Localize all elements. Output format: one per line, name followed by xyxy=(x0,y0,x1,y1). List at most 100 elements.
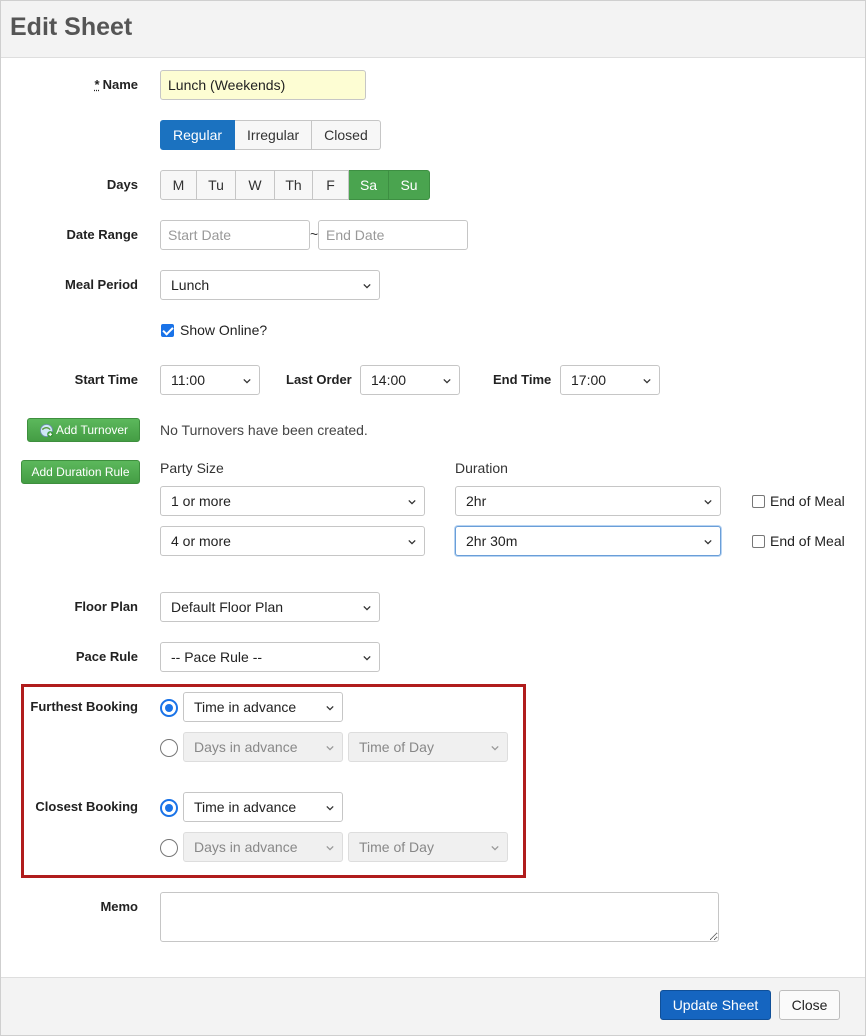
dialog-title: Edit Sheet xyxy=(10,13,133,41)
end-time-label: End Time xyxy=(493,372,552,387)
furthest-time-in-advance-value: Time in advance xyxy=(194,699,297,715)
closest-booking-label: Closest Booking xyxy=(35,799,138,814)
day-tuesday-button[interactable]: Tu xyxy=(197,170,236,200)
required-mark: * xyxy=(94,77,100,92)
chevron-down-icon xyxy=(704,539,712,545)
start-time-value: 11:00 xyxy=(171,372,205,388)
no-turnovers-text: No Turnovers have been created. xyxy=(160,422,368,438)
start-date-placeholder: Start Date xyxy=(168,227,232,243)
day-friday-button[interactable]: F xyxy=(313,170,349,200)
memo-textarea[interactable] xyxy=(160,892,719,942)
add-turnover-button[interactable]: Add Turnover xyxy=(27,418,140,442)
pace-rule-value: -- Pace Rule -- xyxy=(171,649,263,665)
chevron-down-icon xyxy=(363,283,371,289)
closest-time-in-advance-radio[interactable] xyxy=(160,799,178,817)
add-turnover-label: Add Turnover xyxy=(56,423,129,437)
chevron-down-icon xyxy=(326,845,334,851)
end-of-meal-checkbox[interactable] xyxy=(752,495,765,508)
end-of-meal-checkbox[interactable] xyxy=(752,535,765,548)
closest-time-of-day-value: Time of Day xyxy=(359,839,434,855)
end-of-meal-label: End of Meal xyxy=(770,493,845,509)
last-order-select[interactable]: 14:00 xyxy=(360,365,460,395)
start-time-label: Start Time xyxy=(74,372,138,387)
end-of-meal-label: End of Meal xyxy=(770,533,845,549)
sheet-type-toggle: Regular Irregular Closed xyxy=(160,120,381,150)
day-monday-button[interactable]: M xyxy=(160,170,197,200)
duration-value: 2hr xyxy=(466,493,487,509)
chevron-down-icon xyxy=(326,745,334,751)
start-time-select[interactable]: 11:00 xyxy=(160,365,260,395)
edit-sheet-dialog: Edit Sheet * Name Lunch (Weekends) Regula… xyxy=(0,0,866,1036)
memo-label: Memo xyxy=(100,899,138,914)
name-input-value: Lunch (Weekends) xyxy=(168,77,286,93)
end-date-input[interactable]: End Date xyxy=(318,220,468,250)
furthest-days-in-advance-radio[interactable] xyxy=(160,739,178,757)
chevron-down-icon xyxy=(491,745,499,751)
day-sunday-button[interactable]: Su xyxy=(389,170,430,200)
furthest-days-in-advance-select[interactable]: Days in advance xyxy=(183,732,343,762)
chevron-down-icon xyxy=(243,378,251,384)
party-size-header: Party Size xyxy=(160,460,224,476)
dialog-titlebar: Edit Sheet xyxy=(1,1,865,58)
update-sheet-button[interactable]: Update Sheet xyxy=(660,990,771,1020)
party-size-select[interactable]: 1 or more xyxy=(160,486,425,516)
end-time-value: 17:00 xyxy=(571,372,607,388)
days-toggle: M Tu W Th F Sa Su xyxy=(160,170,430,200)
meal-period-select[interactable]: Lunch xyxy=(160,270,380,300)
party-size-value: 1 or more xyxy=(171,493,231,509)
duration-select[interactable]: 2hr 30m xyxy=(455,526,721,556)
day-thursday-button[interactable]: Th xyxy=(275,170,313,200)
chevron-down-icon xyxy=(326,705,334,711)
add-duration-rule-button[interactable]: Add Duration Rule xyxy=(21,460,140,484)
chevron-down-icon xyxy=(491,845,499,851)
chevron-down-icon xyxy=(704,499,712,505)
furthest-time-in-advance-radio[interactable] xyxy=(160,699,178,717)
pace-rule-label: Pace Rule xyxy=(75,649,138,664)
show-online-label: Show Online? xyxy=(180,322,268,338)
sheet-type-closed-button[interactable]: Closed xyxy=(312,120,381,150)
days-label: Days xyxy=(106,177,138,192)
closest-days-in-advance-select[interactable]: Days in advance xyxy=(183,832,343,862)
closest-time-in-advance-select[interactable]: Time in advance xyxy=(183,792,343,822)
duration-header: Duration xyxy=(455,460,508,476)
furthest-time-in-advance-select[interactable]: Time in advance xyxy=(183,692,343,722)
duration-value: 2hr 30m xyxy=(466,533,518,549)
chevron-down-icon xyxy=(643,378,651,384)
furthest-days-in-advance-value: Days in advance xyxy=(194,739,298,755)
meal-period-label: Meal Period xyxy=(65,277,138,292)
last-order-label: Last Order xyxy=(286,372,352,387)
duration-select[interactable]: 2hr xyxy=(455,486,721,516)
party-size-value: 4 or more xyxy=(171,533,231,549)
pace-rule-select[interactable]: -- Pace Rule -- xyxy=(160,642,380,672)
meal-period-value: Lunch xyxy=(171,277,210,293)
end-time-select[interactable]: 17:00 xyxy=(560,365,660,395)
date-range-label: Date Range xyxy=(66,227,138,242)
chevron-down-icon xyxy=(363,605,371,611)
sheet-type-regular-button[interactable]: Regular xyxy=(160,120,236,150)
end-date-placeholder: End Date xyxy=(326,227,385,243)
furthest-time-of-day-select[interactable]: Time of Day xyxy=(348,732,508,762)
closest-time-in-advance-value: Time in advance xyxy=(194,799,297,815)
show-online-checkbox[interactable] xyxy=(161,324,174,337)
chevron-down-icon xyxy=(408,539,416,545)
floor-plan-label: Floor Plan xyxy=(74,599,138,614)
name-label: * Name xyxy=(94,77,138,92)
add-duration-rule-label: Add Duration Rule xyxy=(31,465,130,479)
furthest-booking-label: Furthest Booking xyxy=(30,699,138,714)
close-button[interactable]: Close xyxy=(779,990,840,1020)
day-wednesday-button[interactable]: W xyxy=(236,170,275,200)
closest-time-of-day-select[interactable]: Time of Day xyxy=(348,832,508,862)
sheet-type-irregular-button[interactable]: Irregular xyxy=(235,120,313,150)
add-turnover-icon xyxy=(39,423,54,438)
floor-plan-value: Default Floor Plan xyxy=(171,599,284,615)
day-saturday-button[interactable]: Sa xyxy=(349,170,389,200)
closest-days-in-advance-radio[interactable] xyxy=(160,839,178,857)
closest-days-in-advance-value: Days in advance xyxy=(194,839,298,855)
last-order-value: 14:00 xyxy=(371,372,407,388)
floor-plan-select[interactable]: Default Floor Plan xyxy=(160,592,380,622)
start-date-input[interactable]: Start Date xyxy=(160,220,310,250)
chevron-down-icon xyxy=(408,499,416,505)
party-size-select[interactable]: 4 or more xyxy=(160,526,425,556)
name-input[interactable]: Lunch (Weekends) xyxy=(160,70,366,100)
date-range-separator: ~ xyxy=(310,226,319,242)
